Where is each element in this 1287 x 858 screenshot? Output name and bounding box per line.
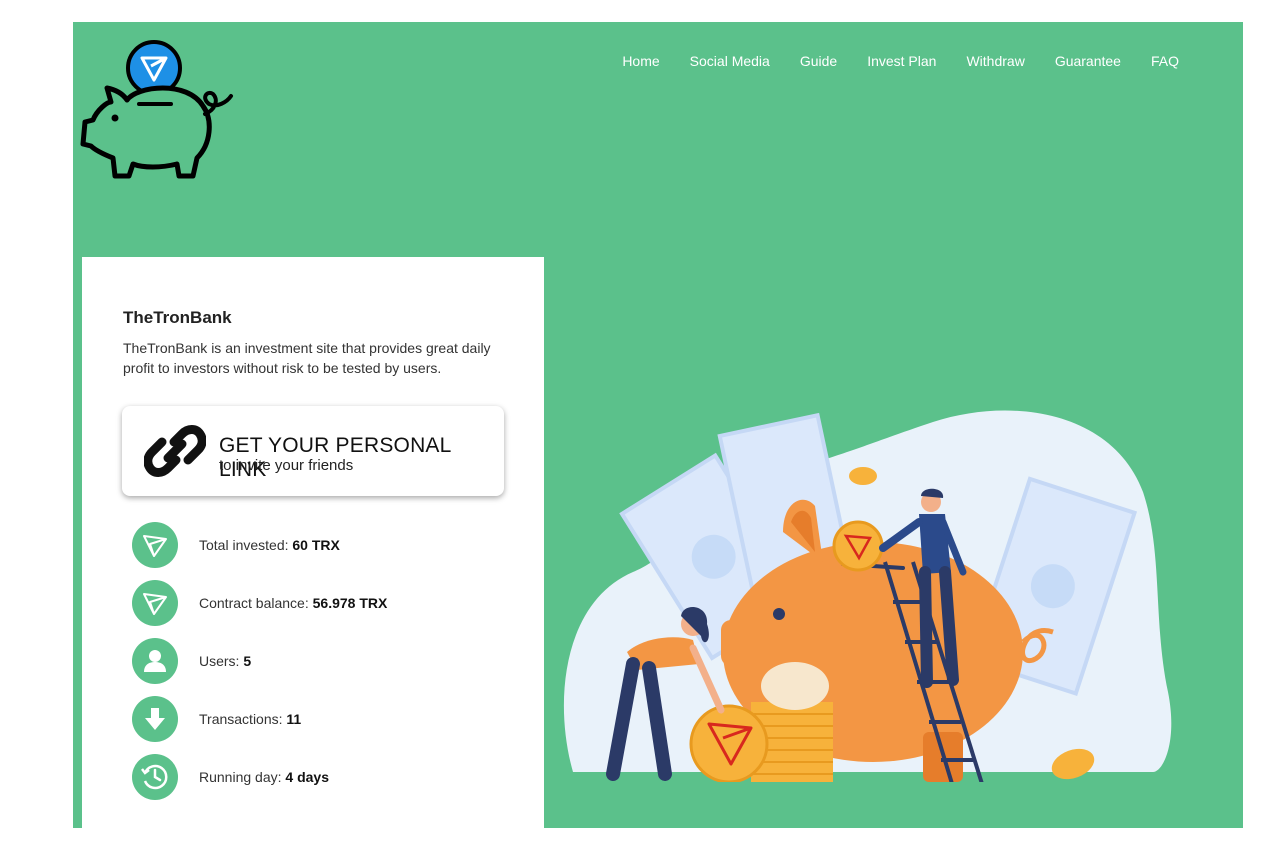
chain-link-icon (144, 425, 206, 477)
personal-link-subtitle: to invite your friends (219, 457, 354, 474)
stat-running-day: Running day: 4 days (132, 754, 492, 802)
stat-value: 11 (286, 711, 302, 727)
stat-label: Contract balance: (199, 595, 309, 611)
stat-contract-balance: Contract balance: 56.978 TRX (132, 580, 492, 628)
personal-link-button[interactable]: GET YOUR PERSONAL LINK to invite your fr… (122, 406, 504, 496)
nav-faq[interactable]: FAQ (1151, 53, 1179, 69)
piggy-bank-illustration (563, 410, 1172, 782)
stat-value: 4 days (285, 769, 329, 785)
stat-users: Users: 5 (132, 638, 492, 686)
info-card: TheTronBank TheTronBank is an investment… (82, 257, 544, 828)
piggy-bank-logo[interactable] (79, 40, 235, 184)
nav-withdraw[interactable]: Withdraw (966, 53, 1024, 69)
stat-label: Running day: (199, 769, 282, 785)
stat-value: 56.978 TRX (312, 595, 388, 611)
nav-home[interactable]: Home (622, 53, 659, 69)
nav-social-media[interactable]: Social Media (690, 53, 770, 69)
stat-value: 5 (243, 653, 252, 669)
top-nav: Home Social Media Guide Invest Plan With… (592, 53, 1179, 69)
nav-invest-plan[interactable]: Invest Plan (867, 53, 936, 69)
page-background: Home Social Media Guide Invest Plan With… (73, 22, 1243, 828)
card-title: TheTronBank (123, 308, 232, 327)
stat-label: Users: (199, 653, 240, 669)
stat-total-invested: Total invested: 60 TRX (132, 522, 492, 570)
nav-guarantee[interactable]: Guarantee (1055, 53, 1121, 69)
stat-label: Total invested: (199, 537, 289, 553)
stat-value: 60 TRX (292, 537, 340, 553)
tron-icon (132, 522, 178, 568)
stat-transactions: Transactions: 11 (132, 696, 492, 744)
arrow-down-icon (132, 696, 178, 742)
clock-icon (132, 754, 178, 800)
stat-label: Transactions: (199, 711, 283, 727)
card-description: TheTronBank is an investment site that p… (123, 340, 491, 376)
nav-guide[interactable]: Guide (800, 53, 837, 69)
tron-icon (132, 580, 178, 626)
user-icon (132, 638, 178, 684)
